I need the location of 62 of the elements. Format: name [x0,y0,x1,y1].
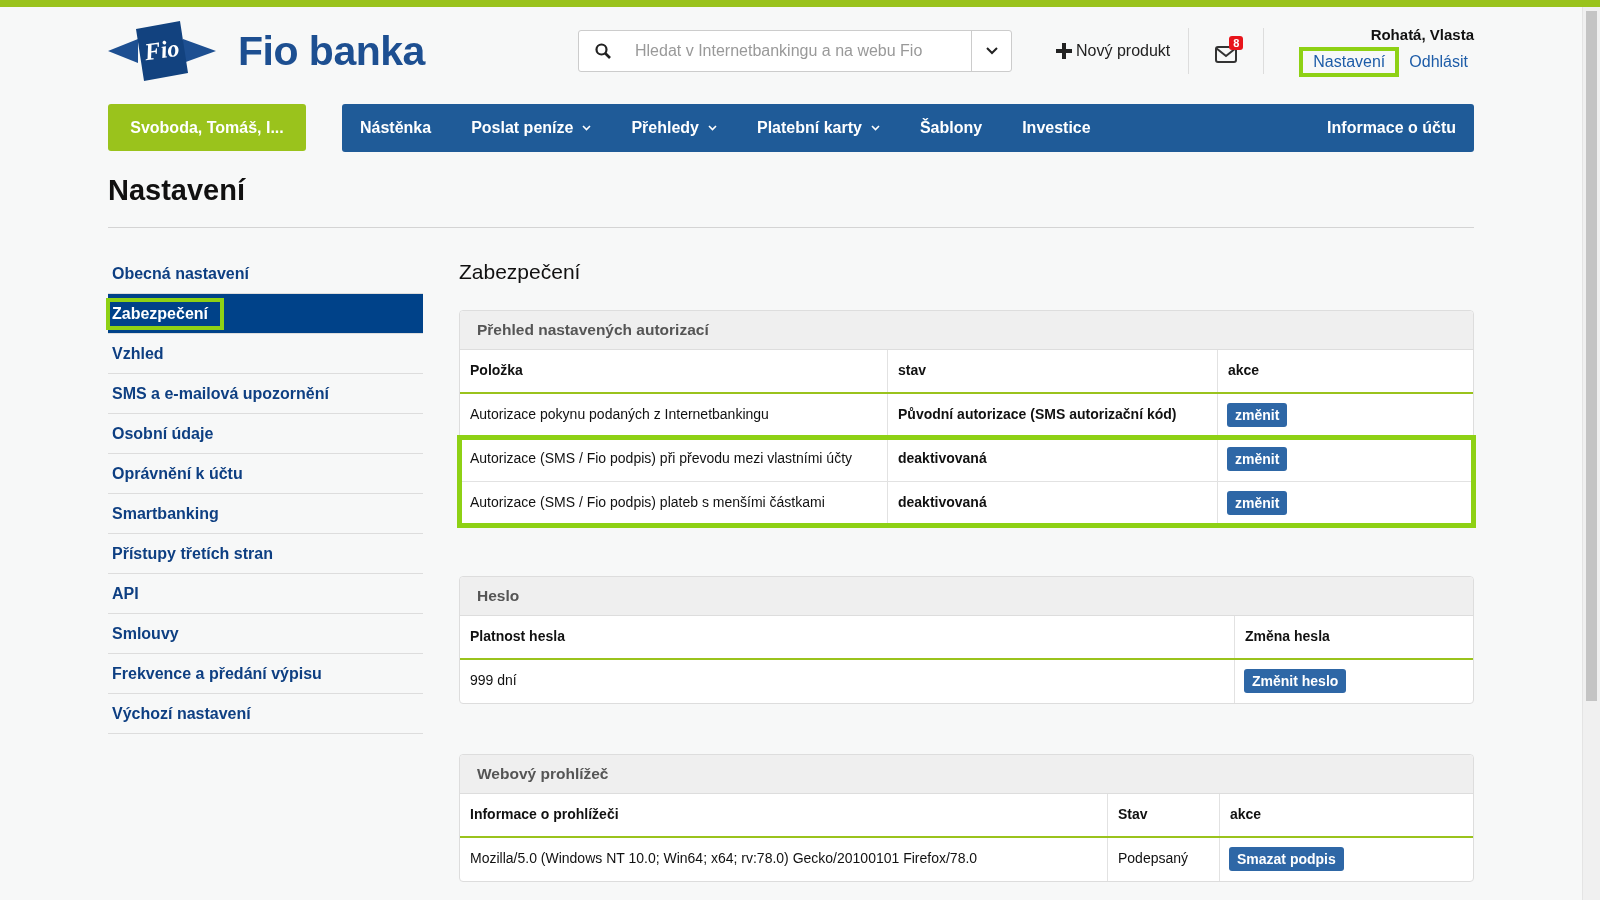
sidebar-item[interactable]: Výchozí nastavení [108,694,423,734]
column-header: Informace o prohlížeči [460,794,1108,836]
user-name: Rohatá, Vlasta [1369,25,1474,43]
envelope-icon [1215,45,1238,63]
table-cell: deaktivovaná [888,438,1218,481]
messages-button[interactable]: 8 [1215,35,1246,67]
section-title: Zabezpečení [459,260,582,284]
table-cell: deaktivovaná [888,482,1218,525]
column-header: akce [1227,361,1261,380]
chevron-down-icon [708,125,717,131]
action-button[interactable]: změnit [1227,491,1288,515]
plus-icon [1056,43,1072,59]
sidebar-item[interactable]: Smlouvy [108,614,423,654]
sidebar-item[interactable]: Smartbanking [108,494,423,534]
panel-title: Přehled nastavených autorizací [460,311,1473,350]
sidebar-item[interactable]: Vzhled [108,334,423,374]
column-header: Stav [1108,794,1220,836]
header-link[interactable]: Nastavení [1299,46,1400,77]
header-link[interactable]: Odhlásit [1403,46,1474,77]
table-cell: Podepsaný [1108,838,1220,881]
search-field[interactable]: Hledat v Internetbankingu a na webu Fio [578,30,1012,72]
unread-count-badge: 8 [1229,35,1244,50]
search-input[interactable]: Hledat v Internetbankingu a na webu Fio [625,42,971,60]
action-button[interactable]: změnit [1227,403,1288,427]
chevron-down-icon [582,125,592,131]
sidebar-item[interactable]: API [108,574,423,614]
action-button[interactable]: změnit [1227,447,1288,471]
action-button[interactable]: Smazat podpis [1229,847,1344,871]
column-header: akce [1229,805,1263,824]
action-button[interactable]: Změnit heslo [1244,669,1347,693]
sidebar-item[interactable]: Zabezpečení [108,294,423,334]
nav-item[interactable]: Přehledy [631,119,717,137]
table-cell: 999 dní [460,660,1235,703]
nav-item[interactable]: Poslat peníze [471,119,592,137]
table-cell: Mozilla/5.0 (Windows NT 10.0; Win64; x64; rv:78.0) Gecko/20100101 Firefox/78.0 [460,838,1108,881]
column-header: stav [888,350,1218,392]
sidebar-item[interactable]: Oprávnění k účtu [108,454,423,494]
column-header: Změna hesla [1244,627,1331,646]
page-title: Nastavení [108,174,247,207]
table-cell: Autorizace (SMS / Fio podpis) plateb s menšími částkami [460,482,888,525]
bank-logo-emblem: Fio [108,19,218,83]
search-icon [595,43,611,59]
panel-title: Webový prohlížeč [460,755,1473,794]
chevron-down-icon [870,125,880,131]
sidebar-item[interactable]: Frekvence a předání výpisu [108,654,423,694]
column-header: Položka [460,350,888,392]
bank-name: Fio banka [238,27,425,75]
nav-item[interactable]: Investice [1022,119,1091,137]
column-header: Platnost hesla [460,616,1235,658]
table-cell: Původní autorizace (SMS autorizační kód) [888,394,1218,437]
sidebar-item[interactable]: SMS a e-mailová upozornění [108,374,423,414]
sidebar-item[interactable]: Přístupy třetích stran [108,534,423,574]
table-cell: Autorizace pokynu podaných z Internetbankingu [460,394,888,437]
nav-item[interactable]: Platební karty [757,119,880,137]
nav-item[interactable]: Nástěnka [360,119,432,137]
sidebar-item[interactable]: Osobní údaje [108,414,423,454]
new-product-button[interactable]: Nový produkt [1056,42,1171,60]
nav-item[interactable]: Informace o účtu [1327,119,1456,137]
panel-title: Heslo [460,577,1473,616]
table-cell: Autorizace (SMS / Fio podpis) při převodu mezi vlastními účty [460,438,888,481]
nav-item[interactable]: Šablony [919,119,983,137]
chevron-down-icon [985,47,998,55]
